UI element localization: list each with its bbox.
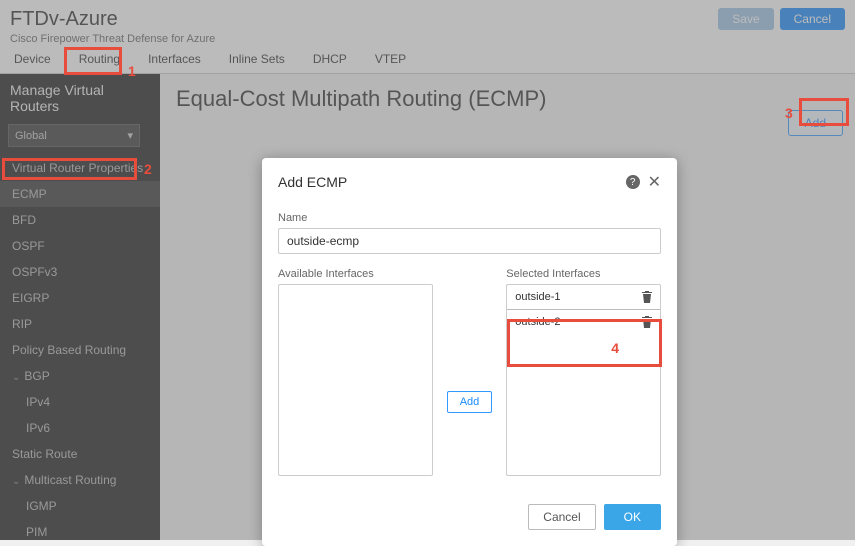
close-icon[interactable]: ✕ bbox=[648, 172, 661, 192]
modal-ok-button[interactable]: OK bbox=[604, 504, 661, 530]
modal-cancel-button[interactable]: Cancel bbox=[528, 504, 595, 530]
callout-2: 2 bbox=[144, 161, 152, 177]
list-item[interactable]: outside-1 bbox=[507, 285, 660, 309]
help-icon[interactable]: ? bbox=[626, 175, 640, 189]
callout-highlight-1 bbox=[64, 47, 122, 75]
add-ecmp-modal: Add ECMP ? ✕ Name Available Interfaces A… bbox=[262, 158, 677, 546]
selected-interfaces-list[interactable]: outside-1 outside-2 bbox=[506, 284, 661, 476]
modal-title: Add ECMP bbox=[278, 174, 347, 190]
callout-1: 1 bbox=[128, 63, 136, 79]
available-interfaces-list[interactable] bbox=[278, 284, 433, 476]
callout-highlight-3 bbox=[799, 98, 849, 126]
callout-highlight-4 bbox=[507, 319, 662, 367]
callout-4: 4 bbox=[611, 340, 619, 356]
callout-highlight-2 bbox=[2, 158, 137, 180]
add-interface-button[interactable]: Add bbox=[447, 391, 493, 413]
name-label: Name bbox=[278, 212, 661, 224]
interface-name: outside-1 bbox=[515, 291, 560, 303]
name-input[interactable] bbox=[278, 228, 661, 254]
trash-icon[interactable] bbox=[642, 291, 652, 303]
selected-label: Selected Interfaces bbox=[506, 268, 661, 280]
available-label: Available Interfaces bbox=[278, 268, 433, 280]
callout-3: 3 bbox=[785, 105, 793, 121]
